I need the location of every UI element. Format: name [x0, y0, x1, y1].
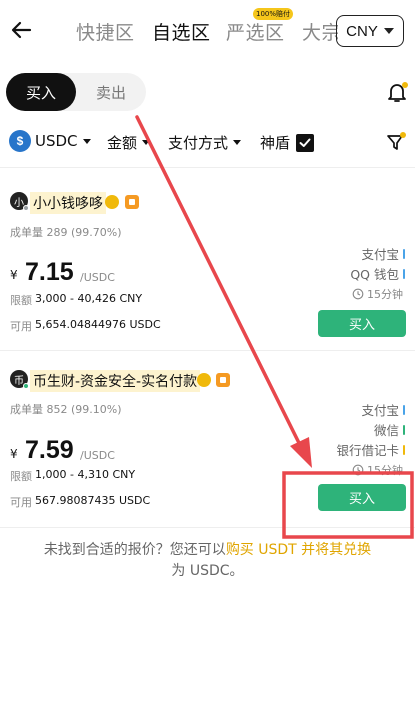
- currency-symbol: ¥: [10, 268, 18, 282]
- shield-filter-label: 神盾: [260, 134, 291, 152]
- chevron-down-icon: [142, 140, 151, 145]
- divider: [0, 167, 415, 168]
- limit-label: 限额: [10, 470, 32, 483]
- annotation-arrowhead: [290, 437, 312, 468]
- tab-quick[interactable]: 快捷区: [76, 18, 135, 45]
- payment-color-bar: [403, 444, 405, 455]
- merchant-shield-icon: [125, 195, 139, 209]
- payment-method-name: 微信: [373, 423, 399, 438]
- limit-value: 3,000 - 40,426 CNY: [35, 292, 143, 305]
- payment-color-bar: [403, 404, 405, 415]
- payment-time: 15分钟: [352, 286, 403, 302]
- compensation-badge: 100%赔付: [253, 8, 294, 20]
- payment-color-bar: [403, 268, 405, 279]
- chevron-down-icon: [82, 138, 91, 144]
- payment-time: 15分钟: [352, 462, 403, 478]
- tab-strict-label: 严选区: [226, 22, 285, 44]
- price: 7.59: [25, 436, 74, 464]
- payment-method-name: 银行借记卡: [336, 443, 399, 458]
- amount-filter-label: 金额: [107, 134, 138, 152]
- avatar[interactable]: 小: [10, 192, 29, 211]
- payment-method: 微信: [374, 420, 405, 439]
- trade-count-label: 成单量: [10, 226, 43, 239]
- available-value: 5,654.04844976 USDC: [35, 318, 161, 331]
- price-unit: /USDC: [80, 271, 115, 284]
- merchant-name[interactable]: 小小钱哆哆: [30, 192, 106, 214]
- payment-filter[interactable]: 支付方式: [168, 132, 242, 153]
- merchant-name[interactable]: 币生财-资金安全-实名付款: [30, 370, 201, 392]
- payment-method: QQ 钱包: [350, 264, 405, 283]
- asset-filter[interactable]: USDC: [35, 132, 91, 150]
- verified-badge-icon: [197, 373, 211, 387]
- avatar[interactable]: 币: [10, 370, 29, 389]
- clock-icon: [352, 288, 364, 300]
- hint-suffix: 为 USDC。: [171, 563, 244, 579]
- tab-bulk[interactable]: 大宗: [302, 18, 338, 45]
- filter-funnel-icon[interactable]: [385, 131, 407, 153]
- trade-count: 成单量 852 (99.10%): [10, 401, 122, 417]
- merchant-shield-icon: [216, 373, 230, 387]
- divider: [0, 527, 415, 528]
- limit-value: 1,000 - 4,310 CNY: [35, 468, 136, 481]
- online-status-dot: [23, 383, 29, 389]
- amount-filter[interactable]: 金额: [107, 132, 151, 153]
- available-label: 可用: [10, 496, 32, 509]
- buy-button[interactable]: 买入: [318, 310, 406, 337]
- payment-method: 银行借记卡: [336, 440, 405, 459]
- buy-button[interactable]: 买入: [318, 484, 406, 511]
- trade-count-value: 289 (99.70%): [46, 226, 122, 239]
- currency-selector[interactable]: CNY: [336, 15, 404, 47]
- bell-icon[interactable]: [385, 80, 409, 104]
- limit-label: 限额: [10, 294, 32, 307]
- currency-label: CNY: [346, 22, 378, 40]
- market-tabs: 快捷区 自选区 严选区 100%赔付 大宗: [76, 0, 338, 56]
- price: 7.15: [25, 258, 74, 286]
- payment-method-name: 支付宝: [361, 403, 399, 418]
- trade-count-label: 成单量: [10, 403, 43, 416]
- payment-filter-label: 支付方式: [168, 134, 229, 152]
- trade-count: 成单量 289 (99.70%): [10, 224, 122, 240]
- payment-method: 支付宝: [361, 400, 405, 419]
- price-unit: /USDC: [80, 449, 115, 462]
- asset-filter-label: USDC: [35, 132, 78, 150]
- buy-usdt-link[interactable]: 购买 USDT 并将其兑换: [226, 542, 371, 558]
- available-label: 可用: [10, 320, 32, 333]
- tab-custom[interactable]: 自选区: [152, 18, 211, 45]
- divider: [0, 350, 415, 351]
- no-offer-hint: 未找到合适的报价？您还可以购买 USDT 并将其兑换为 USDC。: [40, 540, 375, 582]
- back-arrow-icon[interactable]: [8, 16, 36, 44]
- verified-badge-icon: [105, 195, 119, 209]
- sell-toggle-button[interactable]: 卖出: [78, 73, 144, 111]
- usdc-coin-icon: $: [9, 130, 31, 152]
- hint-prefix: 未找到合适的报价？您还可以: [43, 542, 226, 558]
- payment-method: 支付宝: [361, 244, 405, 263]
- trade-count-value: 852 (99.10%): [46, 403, 122, 416]
- buy-toggle-button[interactable]: 买入: [6, 73, 76, 111]
- shield-checkbox[interactable]: [296, 134, 314, 152]
- offline-status-dot: [23, 205, 29, 211]
- payment-time-value: 15分钟: [367, 288, 403, 301]
- payment-method-name: 支付宝: [361, 247, 399, 262]
- clock-icon: [352, 464, 364, 476]
- payment-color-bar: [403, 424, 405, 435]
- currency-symbol: ¥: [10, 447, 18, 461]
- chevron-down-icon: [383, 28, 394, 34]
- payment-time-value: 15分钟: [367, 464, 403, 477]
- available-value: 567.98087435 USDC: [35, 494, 151, 507]
- tab-strict[interactable]: 严选区 100%赔付: [226, 8, 294, 45]
- payment-method-name: QQ 钱包: [350, 267, 399, 282]
- chevron-down-icon: [233, 140, 242, 145]
- payment-color-bar: [403, 248, 405, 259]
